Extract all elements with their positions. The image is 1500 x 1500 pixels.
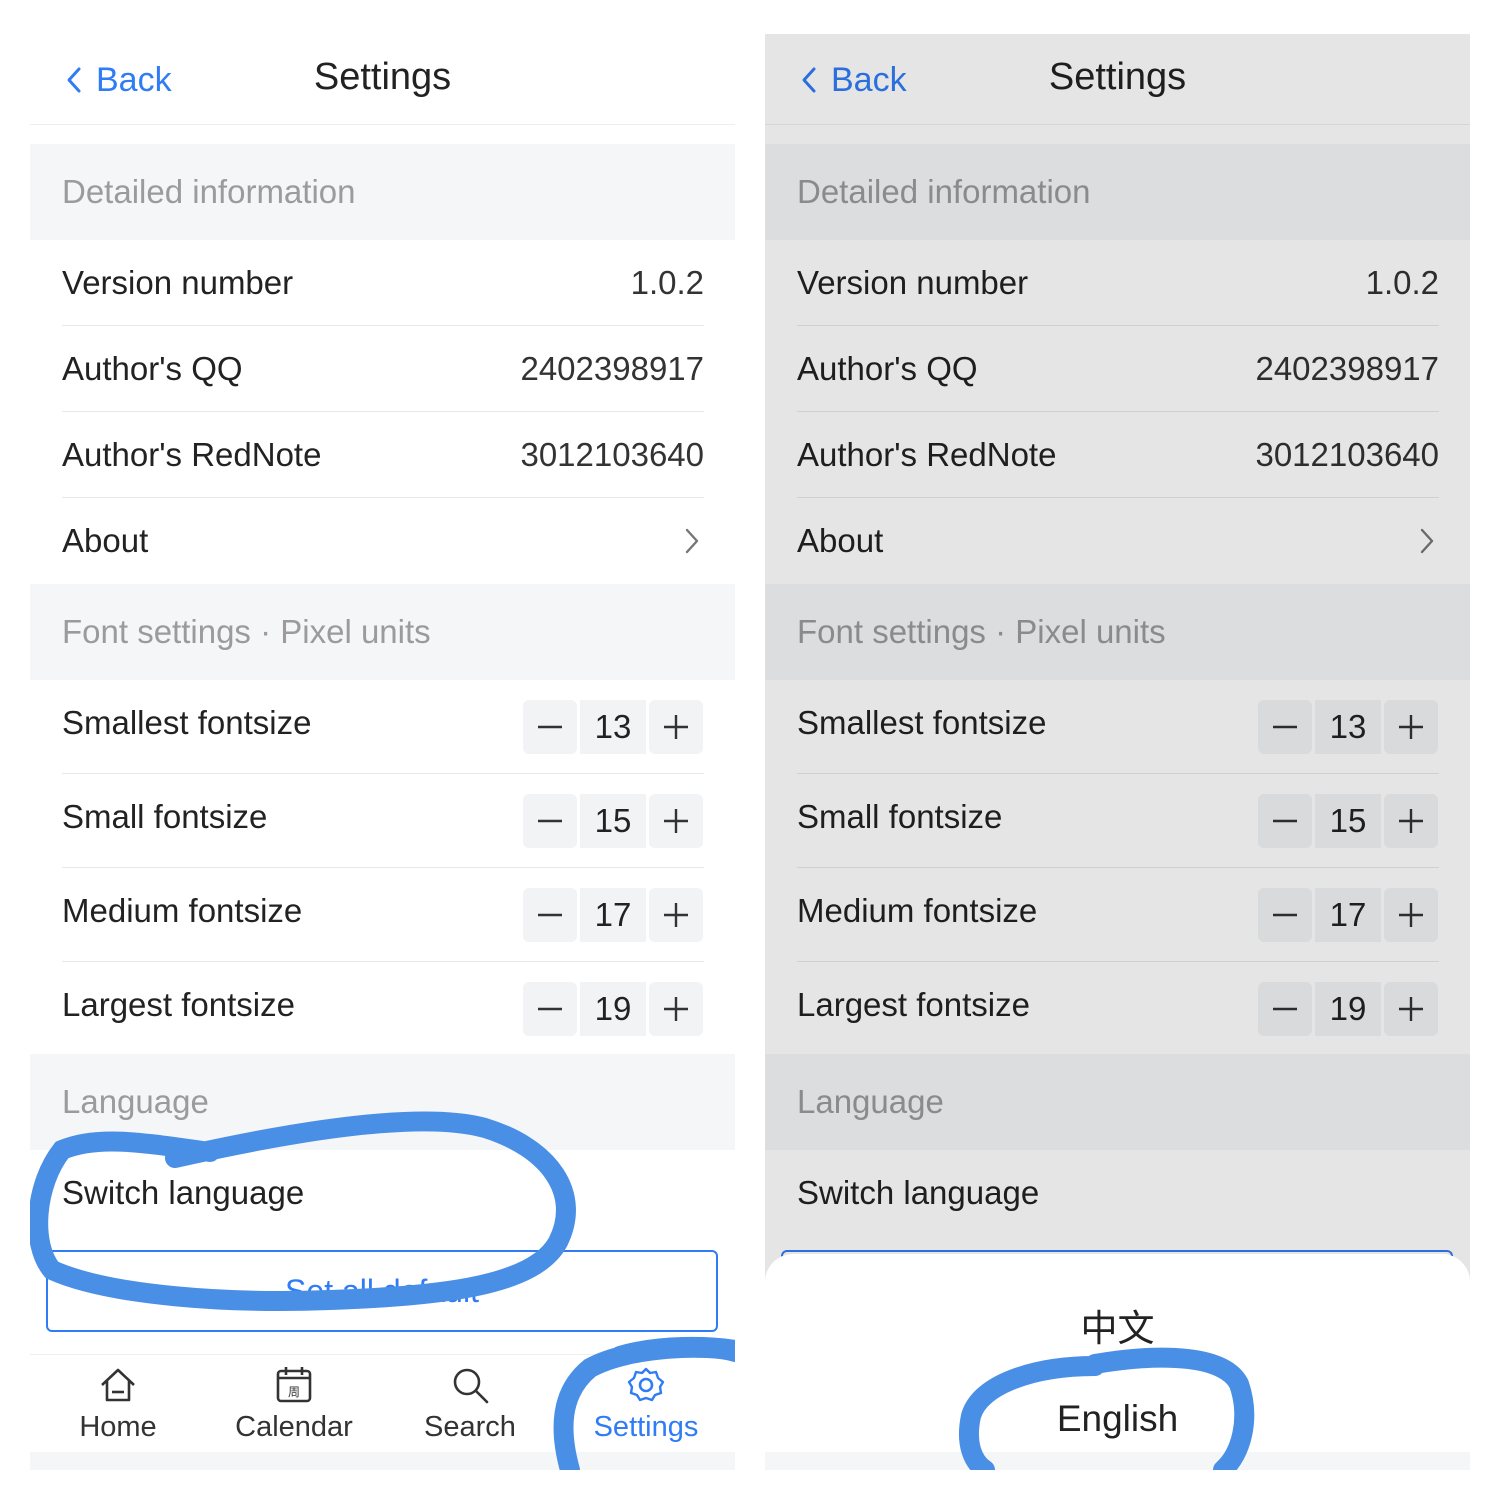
fontsize-stepper: 19 <box>523 982 704 1036</box>
tab-label: Settings <box>593 1411 699 1443</box>
about-row[interactable]: About <box>30 498 735 584</box>
font-row-largest: Largest fontsize 19 <box>30 962 735 1056</box>
switch-language-row[interactable]: Switch language <box>30 1150 735 1236</box>
plus-icon <box>664 997 688 1021</box>
decrement-button[interactable] <box>523 700 577 754</box>
fontsize-value[interactable]: 15 <box>580 794 646 848</box>
settings-screen-right: Back Settings Detailed information Versi… <box>765 34 1470 1470</box>
calendar-icon: 周 <box>276 1367 312 1403</box>
section-header-language: Language <box>30 1054 735 1150</box>
increment-button[interactable] <box>649 888 703 942</box>
row-label: Smallest fontsize <box>62 704 312 741</box>
minus-icon <box>538 913 562 917</box>
settings-screen-left: Back Settings Detailed information Versi… <box>30 34 735 1470</box>
minus-icon <box>538 725 562 729</box>
minus-icon <box>538 1007 562 1011</box>
info-row-rednote: Author's RedNote 3012103640 <box>30 412 735 498</box>
chevron-right-icon <box>685 528 699 554</box>
fontsize-value[interactable]: 17 <box>580 888 646 942</box>
about-label: About <box>62 522 149 559</box>
row-label: Small fontsize <box>62 798 268 835</box>
plus-icon <box>664 809 688 833</box>
set-default-button[interactable]: Set all default <box>46 1250 718 1332</box>
plus-icon <box>664 715 688 739</box>
minus-icon <box>538 819 562 823</box>
fontsize-stepper: 13 <box>523 700 704 754</box>
tab-home[interactable]: Home <box>30 1355 206 1453</box>
row-value: 3012103640 <box>520 436 704 473</box>
tab-search[interactable]: Search <box>382 1355 558 1453</box>
language-option-chinese[interactable]: 中文 <box>765 1298 1470 1352</box>
fontsize-value[interactable]: 19 <box>580 982 646 1036</box>
font-row-small: Small fontsize 15 <box>30 774 735 868</box>
tab-label: Search <box>424 1411 516 1443</box>
home-icon <box>101 1368 135 1402</box>
increment-button[interactable] <box>649 982 703 1036</box>
calendar-icon-text: 周 <box>288 1385 300 1399</box>
plus-icon <box>664 903 688 927</box>
tab-label: Calendar <box>235 1411 353 1443</box>
row-value: 2402398917 <box>520 350 704 387</box>
home-indicator-area <box>30 1452 735 1470</box>
page-title: Settings <box>313 56 452 98</box>
row-label: Version number <box>62 264 294 301</box>
section-header-detail: Detailed information <box>30 144 735 240</box>
gear-icon <box>627 1367 665 1402</box>
font-row-medium: Medium fontsize 17 <box>30 868 735 962</box>
language-option-english[interactable]: English <box>765 1398 1470 1440</box>
tab-calendar[interactable]: 周 Calendar <box>206 1355 382 1453</box>
decrement-button[interactable] <box>523 982 577 1036</box>
decrement-button[interactable] <box>523 888 577 942</box>
section-header-font: Font settings · Pixel units <box>30 584 735 680</box>
increment-button[interactable] <box>649 700 703 754</box>
row-label: Author's RedNote <box>62 436 322 473</box>
navbar: Back Settings <box>30 34 735 125</box>
info-row-version: Version number 1.0.2 <box>30 240 735 326</box>
row-value: 1.0.2 <box>630 264 704 301</box>
language-action-sheet: 中文 English <box>765 1254 1470 1470</box>
tab-settings[interactable]: Settings <box>558 1355 734 1453</box>
home-indicator-area <box>765 1452 1470 1470</box>
fontsize-value[interactable]: 13 <box>580 700 646 754</box>
increment-button[interactable] <box>649 794 703 848</box>
font-row-smallest: Smallest fontsize 13 <box>30 680 735 774</box>
fontsize-stepper: 15 <box>523 794 704 848</box>
fontsize-stepper: 17 <box>523 888 704 942</box>
switch-language-label: Switch language <box>62 1174 305 1211</box>
search-icon <box>453 1368 489 1404</box>
info-row-qq: Author's QQ 2402398917 <box>30 326 735 412</box>
row-label: Medium fontsize <box>62 892 303 929</box>
decrement-button[interactable] <box>523 794 577 848</box>
row-label: Author's QQ <box>62 350 243 387</box>
tab-bar: Home 周 Calendar Search Settings <box>30 1354 735 1453</box>
row-label: Largest fontsize <box>62 986 295 1023</box>
tab-label: Home <box>79 1411 157 1443</box>
